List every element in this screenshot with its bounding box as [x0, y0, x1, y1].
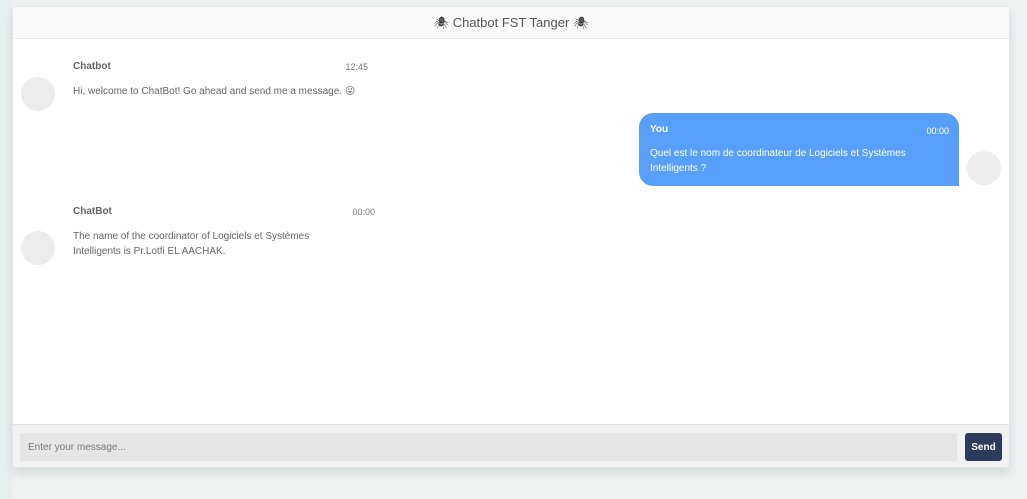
chat-title: Chatbot FST Tanger [452, 15, 570, 30]
message-text: The name of the coordinator of Logiciels… [73, 231, 310, 257]
chat-header: 🕷 Chatbot FST Tanger 🕷 [13, 7, 1009, 39]
message-input[interactable] [20, 433, 957, 461]
message-time: 12:45 [345, 62, 368, 72]
message-time: 00:00 [352, 207, 375, 217]
bug-icon: 🕷 [433, 15, 449, 30]
message-bubble-bot: Chatbot 12:45 Hi, welcome to ChatBot! Go… [73, 61, 368, 99]
message-sender: You [650, 124, 669, 135]
message-text: Quel est le nom de coordinateur de Logic… [650, 148, 906, 174]
bug-icon: 🕷 [573, 15, 589, 30]
bot-avatar [21, 77, 55, 111]
message-text: Hi, welcome to ChatBot! Go ahead and sen… [73, 86, 356, 97]
message-input-area: Send [13, 424, 1009, 467]
chat-window: 🕷 Chatbot FST Tanger 🕷 Chatbot 12:45 Hi,… [12, 6, 1010, 468]
message-list: Chatbot 12:45 Hi, welcome to ChatBot! Go… [13, 39, 1009, 424]
message-time: 00:00 [926, 126, 949, 136]
message-bubble-user: You 00:00 Quel est le nom de coordinateu… [639, 113, 959, 186]
user-avatar [967, 151, 1001, 185]
bot-avatar [21, 231, 55, 265]
message-sender: Chatbot [73, 61, 111, 72]
message-bubble-bot: ChatBot 00:00 The name of the coordinato… [73, 206, 375, 259]
message-sender: ChatBot [73, 206, 112, 217]
page-background [0, 0, 12, 499]
send-button[interactable]: Send [965, 433, 1002, 461]
